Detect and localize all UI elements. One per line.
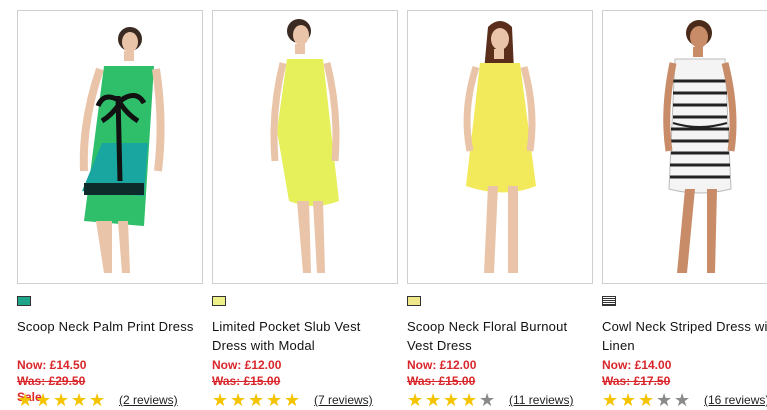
star-icon: ★ (656, 390, 673, 410)
star-icon: ★ (266, 390, 283, 410)
product-name[interactable]: Scoop Neck Floral Burnout Vest Dress (407, 317, 593, 355)
reviews-link[interactable]: (11 reviews) (509, 393, 573, 407)
model-photo (663, 20, 737, 273)
now-price: Now: £12.00 (407, 358, 477, 372)
star-icon: ★ (89, 390, 106, 410)
was-price: Was: £15.00 (212, 374, 281, 388)
price-block: Now: £12.00 Was: £15.00 (212, 357, 398, 389)
star-icon: ★ (425, 390, 442, 410)
model-photo (463, 21, 536, 273)
star-icon: ★ (674, 390, 691, 410)
star-icon: ★ (17, 390, 34, 410)
now-price: Now: £14.00 (602, 358, 672, 372)
star-rating: ★ ★ ★ ★ ★ (602, 391, 692, 409)
model-photo (79, 27, 165, 273)
star-icon: ★ (212, 390, 229, 410)
was-price: Was: £17.50 (602, 374, 671, 388)
was-price: Was: £29.50 (17, 374, 86, 388)
rating-row: ★ ★ ★ ★ ★ (11 reviews) (407, 390, 593, 410)
product-card: Limited Pocket Slub Vest Dress with Moda… (212, 10, 398, 409)
rating-row: ★ ★ ★ ★ ★ (7 reviews) (212, 390, 398, 410)
price-block: Now: £14.00 Was: £17.50 (602, 357, 767, 389)
price-block: Now: £12.00 Was: £15.00 (407, 357, 593, 389)
reviews-link[interactable]: (7 reviews) (314, 393, 373, 407)
product-name[interactable]: Scoop Neck Palm Print Dress (17, 317, 203, 355)
reviews-link[interactable]: (2 reviews) (119, 393, 178, 407)
star-rating: ★ ★ ★ ★ ★ (212, 391, 302, 409)
now-price: Now: £14.50 (17, 358, 87, 372)
star-icon: ★ (620, 390, 637, 410)
star-icon: ★ (443, 390, 460, 410)
star-icon: ★ (53, 390, 70, 410)
now-price: Now: £12.00 (212, 358, 282, 372)
star-icon: ★ (638, 390, 655, 410)
product-image[interactable] (602, 10, 767, 284)
star-icon: ★ (248, 390, 265, 410)
product-name[interactable]: Limited Pocket Slub Vest Dress with Moda… (212, 317, 398, 355)
product-card: Cowl Neck Striped Dress with Linen Now: … (602, 10, 767, 409)
product-image[interactable] (407, 10, 593, 284)
was-price: Was: £15.00 (407, 374, 476, 388)
product-image[interactable] (17, 10, 203, 284)
color-swatch[interactable] (212, 296, 226, 306)
color-swatch[interactable] (17, 296, 31, 306)
color-swatch[interactable] (407, 296, 421, 306)
product-image[interactable] (212, 10, 398, 284)
reviews-link[interactable]: (16 reviews) (704, 393, 767, 407)
model-photo (270, 19, 340, 273)
star-icon: ★ (284, 390, 301, 410)
color-swatch[interactable] (602, 296, 616, 306)
product-card: Scoop Neck Floral Burnout Vest Dress Now… (407, 10, 593, 409)
star-icon: ★ (479, 390, 496, 410)
product-card: Scoop Neck Palm Print Dress Now: £14.50 … (17, 10, 203, 409)
star-icon: ★ (461, 390, 478, 410)
rating-row: ★ ★ ★ ★ ★ (2 reviews) (17, 390, 203, 410)
star-icon: ★ (71, 390, 88, 410)
rating-row: ★ ★ ★ ★ ★ (16 reviews) (602, 390, 767, 410)
star-icon: ★ (602, 390, 619, 410)
star-rating: ★ ★ ★ ★ ★ (407, 391, 497, 409)
star-icon: ★ (230, 390, 247, 410)
product-name[interactable]: Cowl Neck Striped Dress with Linen (602, 317, 767, 355)
star-icon: ★ (35, 390, 52, 410)
star-icon: ★ (407, 390, 424, 410)
star-rating: ★ ★ ★ ★ ★ (17, 391, 107, 409)
